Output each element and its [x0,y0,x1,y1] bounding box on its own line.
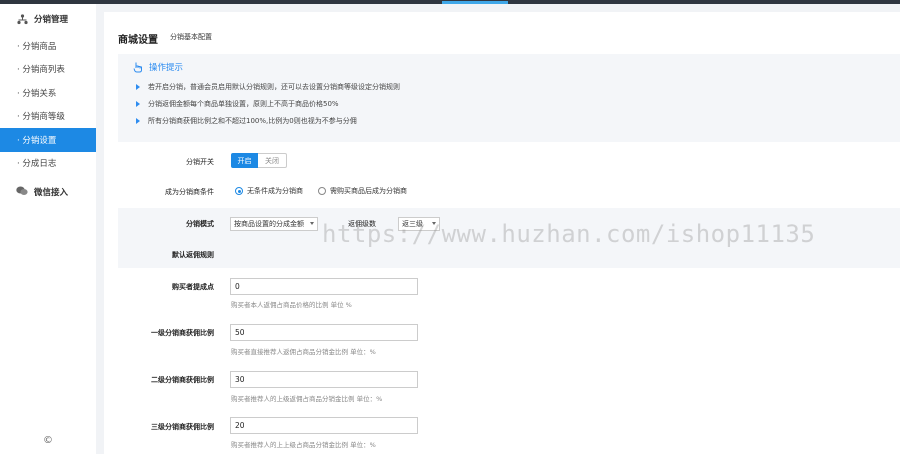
sidebar-section2-label: 微信接入 [34,188,69,198]
top-active-tab-indicator [442,1,508,4]
buyer-help: 购买者本人返佣占商品价格的比例 单位 % [231,301,352,309]
level2-percent-input[interactable]: 30 [230,371,418,388]
sidebar-item-distributor-list[interactable]: · 分销商列表 [0,58,96,82]
condition-option-unconditional[interactable]: 无条件成为分销商 [235,186,303,196]
switch-label: 分销开关 [186,158,214,166]
condition-option-purchase[interactable]: 需购买商品后成为分销商 [318,186,407,196]
switch-off-button[interactable]: 关闭 [258,153,287,168]
sidebar-item-products[interactable]: · 分销商品 [0,34,96,58]
tips-title-label: 操作提示 [149,63,184,73]
level1-label: 一级分销商获佣比例 [151,329,214,337]
level1-percent-input[interactable]: 50 [230,324,418,341]
tip-item: 分销返佣金额每个商品单独设置，原则上不高于商品价格50% [136,99,339,109]
chevron-down-icon [432,222,436,225]
mode-label: 分销模式 [186,220,214,228]
radio-checked-icon [235,187,243,195]
page-title: 商城设置 [118,35,158,46]
distribution-switch[interactable]: 开启 关闭 [231,153,287,168]
level1-help: 购买者直接推荐人返佣占商品分销金比例 单位：% [231,348,376,356]
sidebar-section-wechat[interactable]: 微信接入 [0,177,96,207]
page-subtitle: 分销基本配置 [170,33,212,41]
arrow-icon [136,101,140,107]
level3-help: 购买者推荐人的上上级占商品分销金比例 单位：% [231,441,376,449]
sidebar-section-label: 分销管理 [34,15,69,25]
hand-pointer-icon [132,61,144,73]
tip-item: 所有分销商获佣比例之和不超过100%,比例为0则也视为不参与分佣 [136,116,357,126]
main-panel: 商城设置 分销基本配置 操作提示 若开启分销，普通会员启用默认分销规则，还可以去… [104,12,900,454]
sidebar-section-distribution[interactable]: 分销管理 [0,4,96,34]
levels-select[interactable]: 返三级 [398,217,440,231]
condition-label: 成为分销商条件 [165,188,214,196]
top-bar [0,0,900,4]
chevron-down-icon [310,222,314,225]
default-rule-label: 默认返佣规则 [172,251,214,259]
copyright-mark: © [43,435,53,446]
level2-label: 二级分销商获佣比例 [151,376,214,384]
wechat-icon [16,186,28,198]
level3-percent-input[interactable]: 20 [230,417,418,434]
level3-label: 三级分销商获佣比例 [151,423,214,431]
buyer-percent-input[interactable]: 0 [230,278,418,295]
org-tree-icon [16,13,28,25]
tips-title: 操作提示 [132,61,183,73]
sidebar-item-relations[interactable]: · 分销关系 [0,81,96,105]
switch-on-button[interactable]: 开启 [231,153,258,168]
arrow-icon [136,84,140,90]
sidebar-item-settings[interactable]: · 分销设置 [0,128,96,152]
radio-unchecked-icon [318,187,326,195]
buyer-label: 购买者提成点 [172,283,214,291]
sidebar-item-commission-log[interactable]: · 分成日志 [0,152,96,176]
sidebar-item-levels[interactable]: · 分销商等级 [0,105,96,129]
level2-help: 购买者推荐人的上级返佣占商品分销金比例 单位：% [231,395,383,403]
levels-label: 返佣级数 [348,220,376,228]
mode-select[interactable]: 按商品设置的分成金额 [230,217,318,231]
arrow-icon [136,118,140,124]
sidebar: 分销管理 · 分销商品 · 分销商列表 · 分销关系 · 分销商等级 · 分销设… [0,4,96,454]
tip-item: 若开启分销，普通会员启用默认分销规则，还可以去设置分销商等级设定分销规则 [136,82,400,92]
tips-panel: 操作提示 若开启分销，普通会员启用默认分销规则，还可以去设置分销商等级设定分销规… [118,54,900,142]
condition-radio-group: 无条件成为分销商 需购买商品后成为分销商 [235,186,422,196]
